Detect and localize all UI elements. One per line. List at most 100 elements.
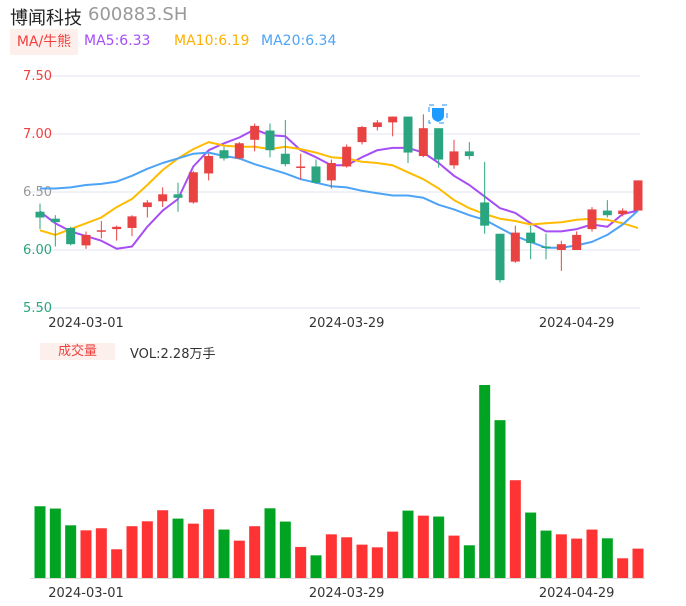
candle: [587, 207, 597, 232]
price-y-axis: 7.50 7.00 6.50 6.00 5.50: [23, 69, 52, 316]
candle: [418, 114, 428, 158]
candle-body: [96, 230, 106, 232]
candle: [618, 208, 628, 217]
volume-bar: [525, 512, 537, 578]
volume-bar: [632, 548, 644, 578]
volume-bar: [34, 506, 46, 578]
volume-bar: [310, 555, 322, 578]
candle: [173, 182, 183, 212]
volume-bar: [387, 531, 399, 578]
candle: [357, 125, 367, 145]
volume-bar: [233, 540, 245, 578]
volume-bar: [586, 529, 598, 578]
candle-body: [112, 226, 122, 230]
y-tick-label: 5.50: [23, 301, 52, 316]
chart-canvas[interactable]: 7.50 7.00 6.50 6.00 5.50 2024-03-01 2024-03-2…: [0, 0, 686, 606]
volume-bar: [341, 537, 353, 578]
volume-bar: [126, 526, 138, 578]
volume-bar: [264, 508, 276, 578]
candle: [342, 144, 352, 168]
x-tick-label: 2024-04-29: [539, 586, 615, 601]
candle-body: [35, 211, 45, 218]
candle: [50, 215, 60, 247]
candle: [372, 120, 382, 131]
candle-body: [602, 210, 612, 216]
volume-bar: [571, 538, 583, 578]
candle: [112, 225, 122, 241]
bull-bear-marker-icon[interactable]: [428, 104, 448, 124]
ma5-legend: MA5:6.33: [84, 33, 151, 49]
candle-body: [296, 166, 306, 168]
candle: [633, 180, 643, 211]
volume-bar: [157, 510, 169, 578]
volume-bar: [279, 521, 291, 578]
candle-body: [388, 116, 398, 123]
y-tick-label: 6.00: [23, 243, 52, 258]
y-tick-label: 7.50: [23, 69, 52, 84]
y-tick-label: 7.00: [23, 127, 52, 142]
price-x-axis: 2024-03-01 2024-03-29 2024-04-29: [48, 316, 614, 331]
volume-bar: [555, 534, 567, 578]
candle: [158, 187, 168, 208]
volume-bar: [95, 528, 107, 578]
candle: [219, 146, 229, 161]
candle-body: [541, 246, 551, 249]
volume-bar: [141, 521, 153, 578]
volume-bar: [187, 523, 199, 578]
candle-body: [587, 209, 597, 230]
volume-bar: [448, 535, 460, 578]
candle: [296, 153, 306, 180]
volume-bar: [402, 510, 414, 578]
candle: [234, 142, 244, 160]
stock-chart-panel: 7.50 7.00 6.50 6.00 5.50 2024-03-01 2024-03-2…: [0, 0, 686, 606]
candle: [326, 159, 336, 189]
volume-bar: [295, 546, 307, 578]
candle-body: [66, 227, 76, 245]
candle: [464, 142, 474, 160]
candle: [204, 153, 214, 181]
candle-body: [219, 150, 229, 159]
candle-body: [434, 128, 444, 160]
volume-bar: [540, 530, 552, 578]
candle-body: [510, 232, 520, 262]
volume-bar: [494, 420, 506, 578]
y-tick-label: 6.50: [23, 185, 52, 200]
candlesticks: [35, 114, 643, 283]
candle-body: [280, 153, 290, 165]
candle: [265, 123, 275, 158]
shield-icon: [432, 108, 444, 122]
candle: [495, 233, 505, 283]
volume-bar: [601, 538, 613, 578]
ma5-line: [39, 128, 639, 250]
x-tick-label: 2024-04-29: [539, 316, 615, 331]
candle-body: [265, 130, 275, 151]
ma20-legend: MA20:6.34: [261, 33, 337, 49]
candle-body: [618, 210, 628, 215]
volume-bar: [509, 480, 521, 578]
x-tick-label: 2024-03-01: [48, 316, 124, 331]
candle-body: [250, 125, 260, 140]
candle-body: [173, 194, 183, 198]
candle-body: [127, 216, 137, 228]
volume-bar: [49, 508, 61, 578]
candle: [35, 203, 45, 230]
candle: [81, 231, 91, 249]
ma10-legend: MA10:6.19: [174, 33, 250, 49]
candle-body: [204, 156, 214, 174]
volume-bar: [371, 547, 383, 578]
candle-body: [495, 233, 505, 281]
ma-indicator-button[interactable]: MA/牛熊: [10, 29, 78, 55]
volume-bar: [325, 534, 337, 578]
candle-body: [633, 180, 643, 211]
volume-x-axis: 2024-03-01 2024-03-29 2024-04-29: [48, 586, 614, 601]
volume-value: VOL:2.28万手: [130, 347, 216, 362]
candle-body: [158, 194, 168, 202]
candle-body: [188, 172, 198, 203]
candle-body: [403, 116, 413, 153]
ma-lines: [39, 128, 639, 250]
candle-body: [372, 122, 382, 128]
candle-body: [556, 244, 566, 250]
volume-indicator-button[interactable]: 成交量: [40, 343, 115, 360]
candle-body: [234, 143, 244, 159]
candle-body: [50, 218, 60, 223]
